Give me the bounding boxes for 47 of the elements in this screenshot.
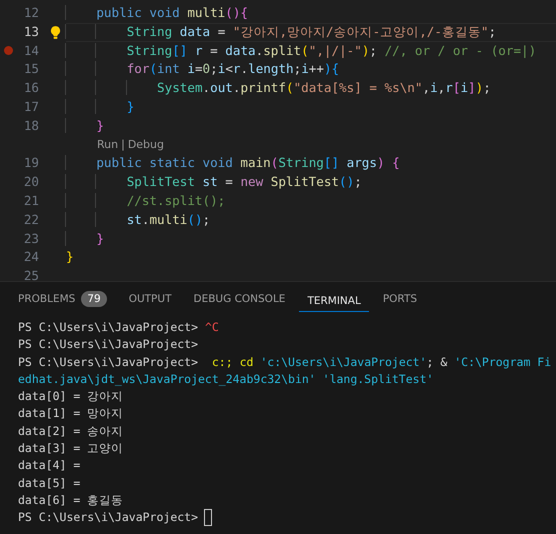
lightbulb-icon[interactable] (50, 24, 61, 40)
terminal-line: PS C:\Users\i\JavaProject> c:; cd 'c:\Users\i\JavaProject'; & 'C:\Program Fi (18, 354, 552, 371)
line-number: 15 (22, 60, 39, 78)
line-number: 12 (22, 4, 39, 22)
panel-tab[interactable]: DEBUG CONSOLE (185, 282, 294, 316)
code-line: public static void main(String[] args) { (66, 155, 400, 170)
code-line: } (66, 98, 134, 114)
panel-tab[interactable]: OUTPUT (120, 282, 180, 316)
code-line: String data = "강아지,망아지/송아지-고양이,/-홍길동"; (66, 24, 496, 39)
line-number: 17 (22, 98, 39, 116)
terminal-line: data[4] = (18, 457, 80, 474)
code-line: st.multi(); (66, 212, 210, 227)
code-line: public void multi(){ (66, 5, 248, 20)
terminal-line: data[3] = 고양이 (18, 440, 124, 458)
line-number: 14 (22, 42, 39, 60)
codelens-link[interactable]: Debug (128, 138, 164, 151)
line-number: 22 (22, 210, 39, 229)
code-line: } (66, 118, 104, 133)
line-number: 24 (22, 248, 39, 266)
terminal-line: data[1] = 망아지 (18, 405, 124, 422)
terminal-line: edhat.java\jdt_ws\JavaProject_24ab9c32\bin' 'lang.SplitTest' (18, 370, 434, 388)
separator: | (121, 138, 125, 151)
panel-tab[interactable]: PORTS (374, 282, 426, 316)
line-number: 13 (22, 22, 39, 41)
terminal-line: PS C:\Users\i\JavaProject> (18, 509, 198, 526)
terminal-line: data[5] = (18, 474, 80, 492)
line-number: 20 (22, 173, 39, 192)
terminal-line: data[2] = 송아지 (18, 422, 124, 440)
code-line: } (66, 230, 104, 246)
code-line: } (66, 249, 74, 264)
terminal-line: PS C:\Users\i\JavaProject> (18, 336, 198, 354)
code-line: for(int i=0;i<r.length;i++){ (66, 61, 340, 76)
code-line: SplitTest st = new SplitTest(); (66, 174, 362, 190)
line-number: 21 (22, 192, 39, 210)
code-line: String[] r = data.split(",|/|-"); //, or / or - (or=|) (66, 42, 536, 58)
terminal-line: data[0] = 강아지 (18, 388, 124, 406)
line-number: 23 (22, 230, 39, 248)
terminal-line: PS C:\Users\i\JavaProject> ^C (18, 319, 219, 336)
terminal-line: data[6] = 홍길동 (18, 492, 124, 509)
line-number: 19 (22, 154, 39, 172)
panel-tab[interactable]: TERMINAL (299, 286, 369, 312)
code-line: //st.split(); (66, 192, 226, 208)
codelens-link[interactable]: Run (97, 138, 118, 151)
count-badge: 79 (81, 290, 107, 306)
line-number: 18 (22, 116, 39, 135)
line-number: 16 (22, 79, 39, 98)
code-line: System.out.printf("data[%s] = %s\n",i,r[i]); (66, 80, 491, 96)
